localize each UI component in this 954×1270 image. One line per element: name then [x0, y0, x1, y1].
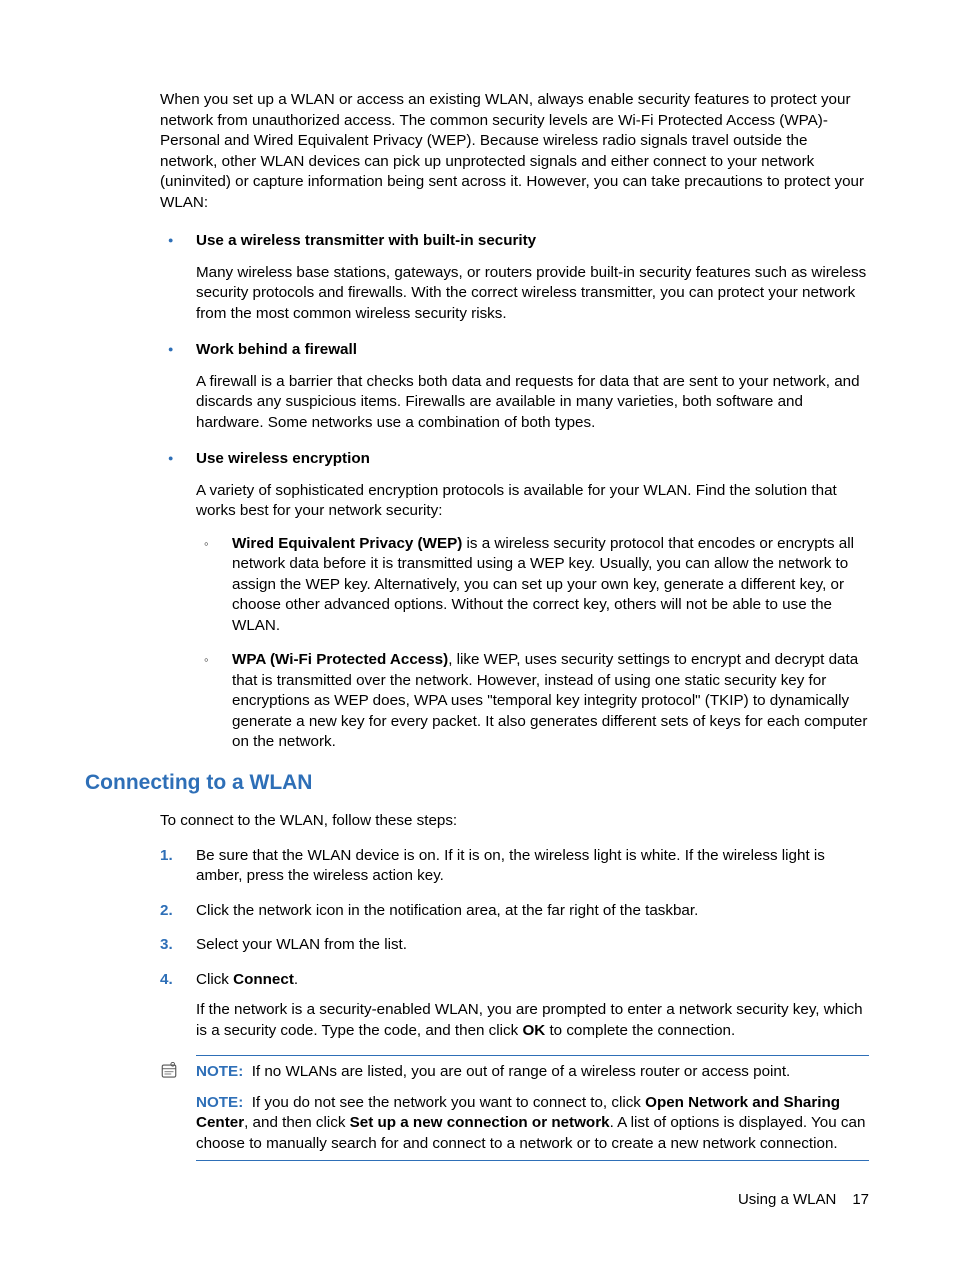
sub-bullet-item: Wired Equivalent Privacy (WEP) is a wire…: [196, 534, 869, 637]
bullet-item: Use wireless encryption A variety of sop…: [160, 449, 869, 753]
intro-paragraph: When you set up a WLAN or access an exis…: [160, 90, 869, 213]
step-item: 1. Be sure that the WLAN device is on. I…: [160, 846, 869, 887]
note-icon: [160, 1062, 178, 1080]
bullet-body: Many wireless base stations, gateways, o…: [196, 263, 869, 325]
section-heading-connecting: Connecting to a WLAN: [85, 769, 869, 797]
precautions-list: Use a wireless transmitter with built-in…: [160, 231, 869, 753]
step-text: Be sure that the WLAN device is on. If i…: [196, 847, 825, 885]
step-number: 3.: [160, 935, 173, 956]
footer-section-name: Using a WLAN: [738, 1191, 836, 1208]
note-block: NOTE: If no WLANs are listed, you are ou…: [196, 1055, 869, 1161]
step-number: 4.: [160, 970, 173, 991]
bullet-title: Work behind a firewall: [196, 340, 869, 361]
note-container: NOTE: If no WLANs are listed, you are ou…: [160, 1055, 869, 1161]
step-text-pre: Click: [196, 971, 233, 988]
note-label: NOTE:: [196, 1063, 243, 1080]
bullet-title: Use wireless encryption: [196, 449, 869, 470]
bullet-title: Use a wireless transmitter with built-in…: [196, 231, 869, 252]
sub-bold: Wired Equivalent Privacy (WEP): [232, 535, 462, 552]
footer-page-number: 17: [852, 1191, 869, 1208]
note-row-2: NOTE: If you do not see the network you …: [196, 1093, 869, 1155]
followup-post: to complete the connection.: [545, 1022, 735, 1039]
step-number: 2.: [160, 901, 173, 922]
step-text: Click the network icon in the notificati…: [196, 902, 698, 919]
note-row-1: NOTE: If no WLANs are listed, you are ou…: [196, 1062, 869, 1083]
sub-bullet-item: WPA (Wi-Fi Protected Access), like WEP, …: [196, 650, 869, 753]
step-number: 1.: [160, 846, 173, 867]
step-text-bold: Connect: [233, 971, 294, 988]
encryption-sublist: Wired Equivalent Privacy (WEP) is a wire…: [196, 534, 869, 753]
step-item: 2. Click the network icon in the notific…: [160, 901, 869, 922]
step-item: 4. Click Connect. If the network is a se…: [160, 970, 869, 1042]
note2-bold2: Set up a new connection or network: [350, 1114, 610, 1131]
bullet-body: A firewall is a barrier that checks both…: [196, 372, 869, 434]
note2-mid: , and then click: [244, 1114, 350, 1131]
step-item: 3. Select your WLAN from the list.: [160, 935, 869, 956]
bullet-item: Work behind a firewall A firewall is a b…: [160, 340, 869, 433]
step-text-post: .: [294, 971, 298, 988]
followup-bold: OK: [522, 1022, 545, 1039]
note-text: If no WLANs are listed, you are out of r…: [252, 1063, 791, 1080]
step-followup: If the network is a security-enabled WLA…: [196, 1000, 869, 1041]
steps-list: 1. Be sure that the WLAN device is on. I…: [160, 846, 869, 1042]
note2-pre: If you do not see the network you want t…: [252, 1094, 645, 1111]
note-label: NOTE:: [196, 1094, 243, 1111]
step-text: Select your WLAN from the list.: [196, 936, 407, 953]
section-intro: To connect to the WLAN, follow these ste…: [160, 811, 869, 832]
page-footer: Using a WLAN 17: [738, 1190, 869, 1210]
bullet-body: A variety of sophisticated encryption pr…: [196, 481, 869, 522]
sub-bold: WPA (Wi-Fi Protected Access): [232, 651, 448, 668]
bullet-item: Use a wireless transmitter with built-in…: [160, 231, 869, 324]
